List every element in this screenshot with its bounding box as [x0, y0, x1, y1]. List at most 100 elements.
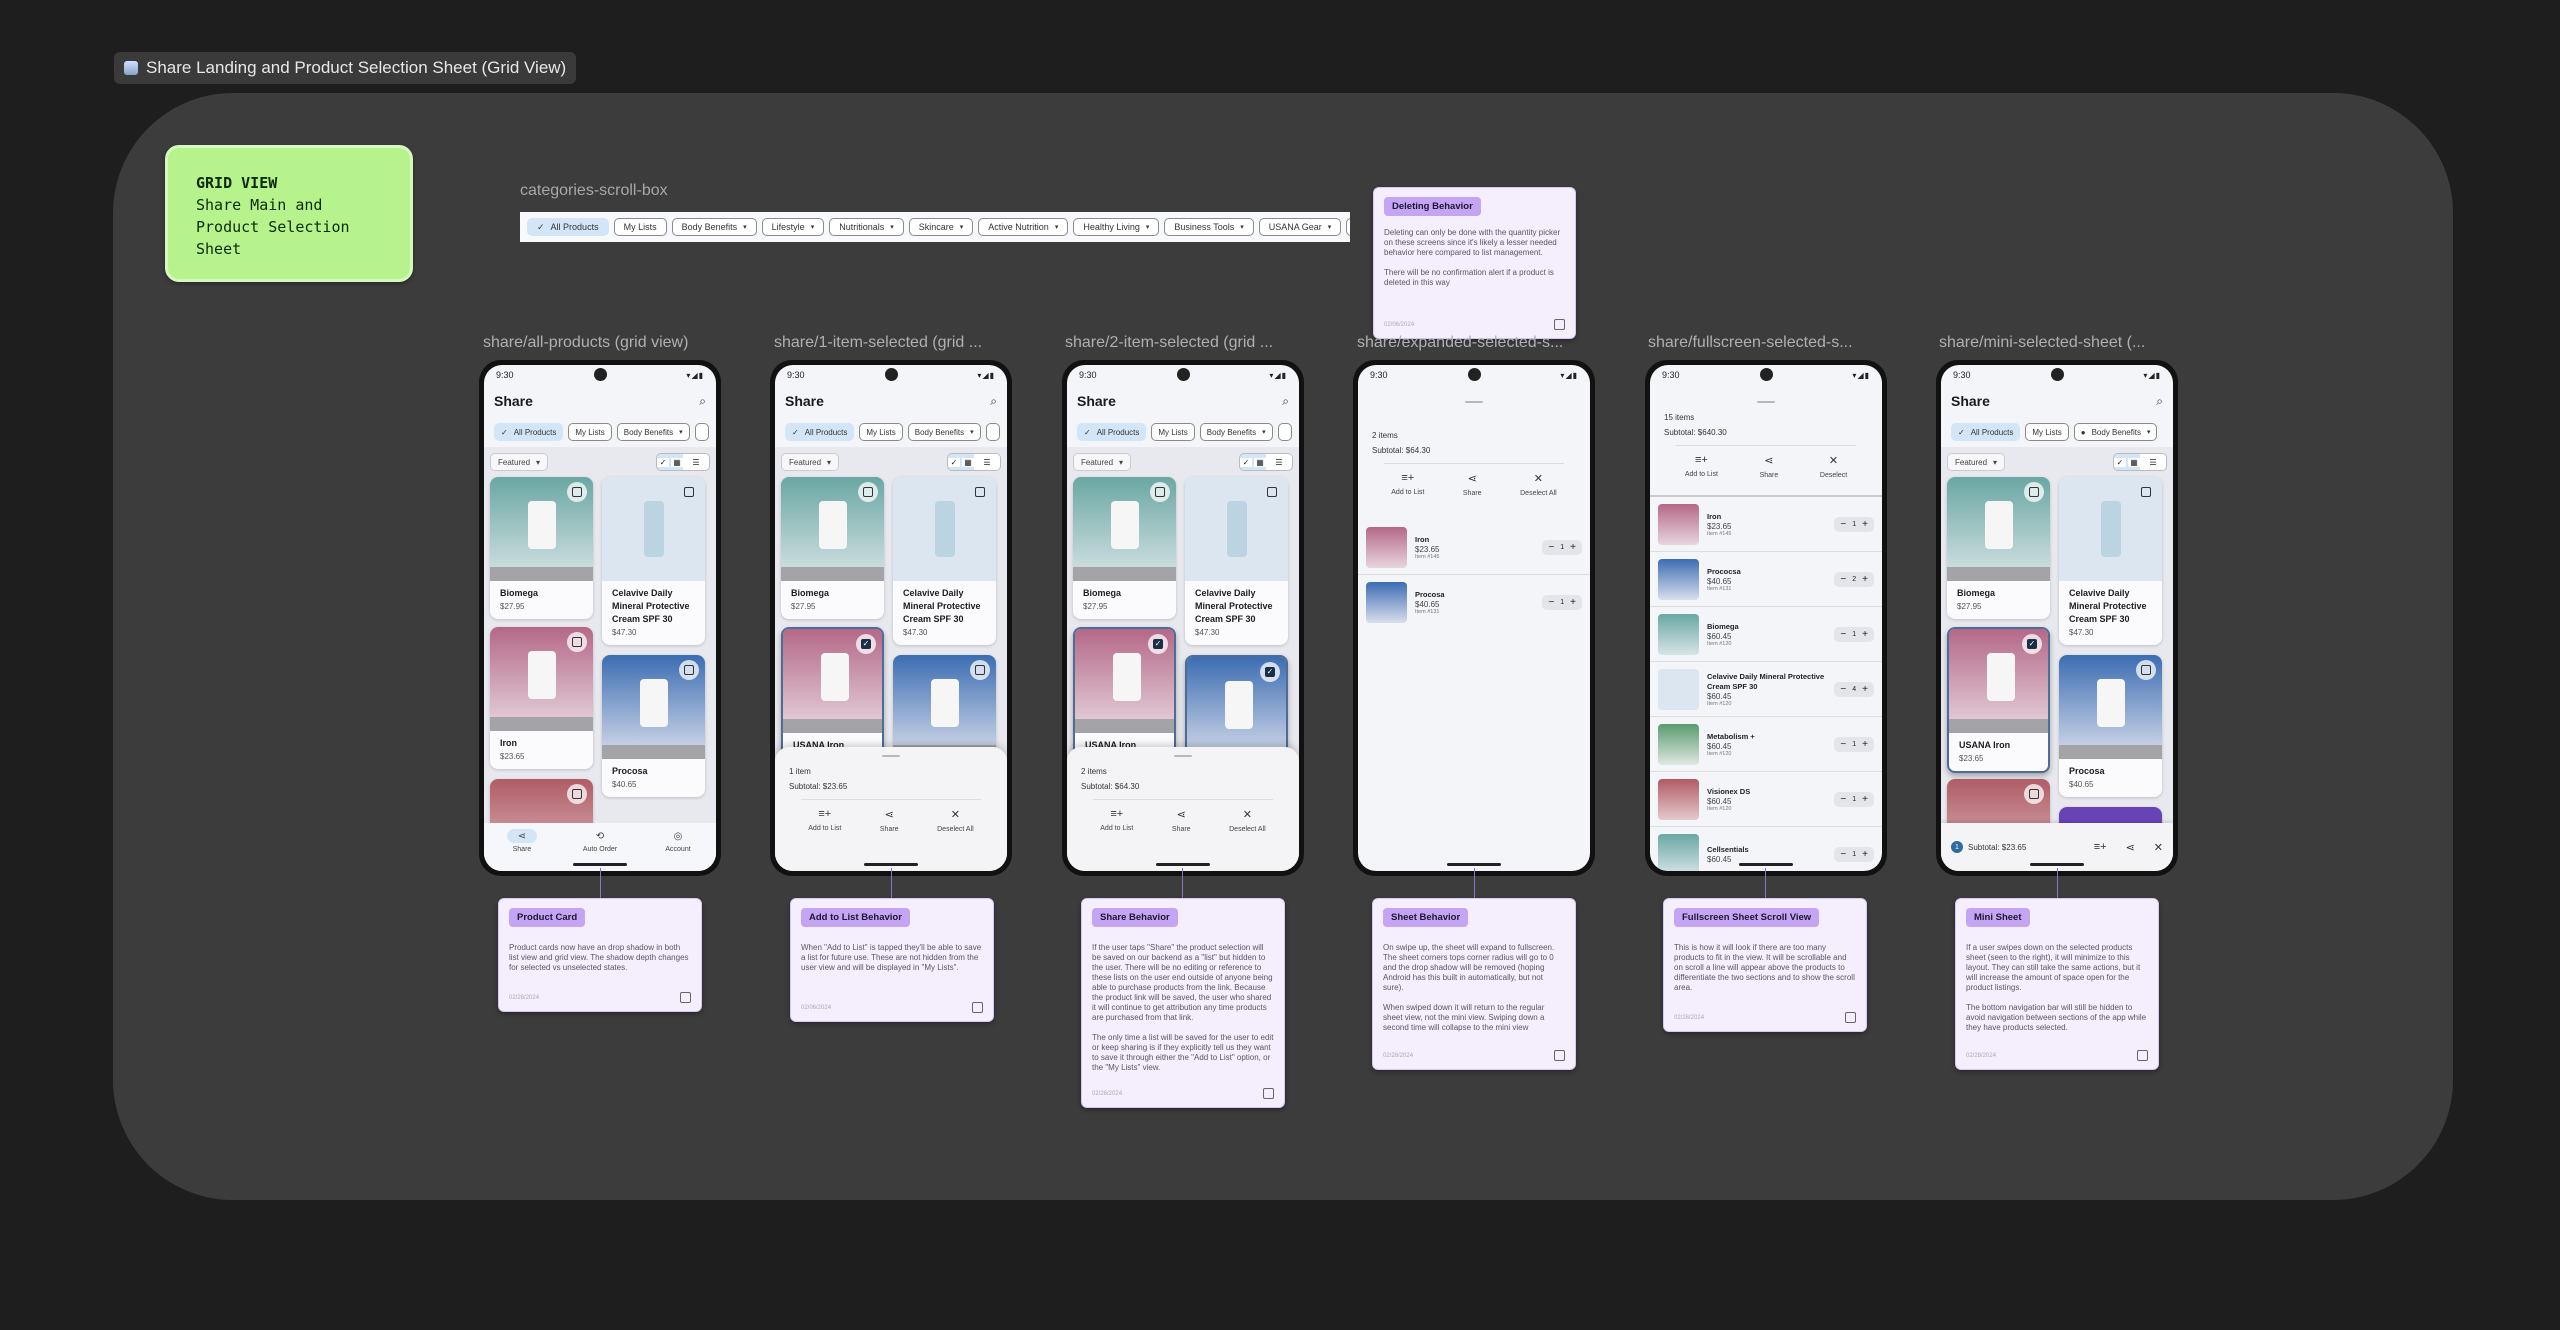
playlist-add-icon[interactable]: ≡+	[2094, 841, 2107, 853]
search-icon[interactable]: ⌕	[990, 394, 997, 409]
home-indicator[interactable]	[573, 863, 627, 866]
select-checkbox[interactable]	[2136, 660, 2156, 680]
product-card[interactable]: Celavive Daily Mineral Protective Cream …	[602, 477, 705, 645]
plus-icon[interactable]: +	[1862, 684, 1868, 695]
minus-icon[interactable]: −	[1840, 794, 1846, 805]
view-toggle[interactable]: ✓ ▦ ☰	[2113, 453, 2167, 471]
deselect-all-button[interactable]: ✕ Deselect All	[1229, 808, 1266, 833]
minus-icon[interactable]: −	[1840, 739, 1846, 750]
sort-dropdown[interactable]: Featured ▾	[490, 453, 549, 471]
deselect-all-button[interactable]: ✕ Deselect All	[937, 808, 974, 833]
note-deleting-behavior[interactable]: Deleting Behavior Deleting can only be d…	[1373, 187, 1576, 339]
chip-body-benefits[interactable]: Body Benefits ▾	[1199, 423, 1273, 441]
grid-view-button[interactable]: ✓ ▦	[948, 454, 974, 470]
close-icon[interactable]: ✕	[2154, 841, 2163, 854]
product-card[interactable]: Procosa $40.65	[2059, 655, 2162, 797]
minus-icon[interactable]: −	[1840, 629, 1846, 640]
search-icon[interactable]: ⌕	[699, 394, 706, 409]
selected-product-row[interactable]: Visionex DS $60.45 Item #120 −1 +	[1650, 772, 1882, 827]
chip-all-products[interactable]: ✓ All Products	[1077, 423, 1147, 441]
quantity-stepper[interactable]: −1 +	[1834, 516, 1874, 532]
deselect-all-button[interactable]: ✕ Deselect All	[1520, 472, 1557, 497]
quantity-stepper[interactable]: −1 +	[1834, 791, 1874, 807]
note-checkbox[interactable]	[1263, 1088, 1274, 1099]
select-checkbox[interactable]: ✓	[856, 634, 876, 654]
plus-icon[interactable]: +	[1862, 739, 1868, 750]
drag-handle[interactable]	[882, 755, 900, 757]
note-checkbox[interactable]	[1554, 319, 1565, 330]
note-checkbox[interactable]	[1845, 1012, 1856, 1023]
grid-view-button[interactable]: ✓ ▦	[2114, 454, 2140, 470]
product-card[interactable]: Celavive Daily Mineral Protective Cream …	[2059, 477, 2162, 645]
select-checkbox[interactable]	[858, 482, 878, 502]
chip-overflow[interactable]	[1277, 423, 1292, 441]
note-checkbox[interactable]	[1554, 1050, 1565, 1061]
selected-product-row[interactable]: Metabolism + $60.45 Item #120 −1 +	[1650, 717, 1882, 772]
minus-icon[interactable]: −	[1840, 849, 1846, 860]
chip-all-products[interactable]: ✓ All Products	[494, 423, 564, 441]
drag-handle[interactable]	[1174, 755, 1192, 757]
minus-icon[interactable]: −	[1840, 684, 1846, 695]
quantity-stepper[interactable]: −1 +	[1834, 736, 1874, 752]
share-icon[interactable]: ⋖	[2126, 841, 2135, 854]
sort-dropdown[interactable]: Featured ▾	[781, 453, 840, 471]
note-share-behavior[interactable]: Share Behavior If the user taps "Share" …	[1081, 898, 1285, 1108]
chip-my-lists[interactable]: My Lists	[1151, 423, 1195, 441]
select-checkbox[interactable]	[1150, 482, 1170, 502]
add-to-list-button[interactable]: ≡+ Add to List	[1100, 808, 1133, 833]
nav-share[interactable]: ⋖ Share	[506, 829, 537, 853]
list-view-button[interactable]: ☰	[2140, 454, 2166, 470]
add-to-list-button[interactable]: ≡+ Add to List	[1685, 454, 1718, 479]
deselect-button[interactable]: ✕ Deselect	[1820, 454, 1847, 479]
chip-body-benefits[interactable]: ● Body Benefits ▾	[2073, 423, 2158, 441]
select-checkbox[interactable]	[970, 660, 990, 680]
chip-all-products[interactable]: ✓ All Products	[785, 423, 855, 441]
expanded-sheet[interactable]: 2 items Subtotal: $64.30 ≡+ Add to List ⋖…	[1358, 385, 1590, 497]
selected-product-row[interactable]: Prococsa $40.65 Item #131 −2 +	[1650, 552, 1882, 607]
select-checkbox[interactable]: ✓	[1148, 634, 1168, 654]
chip-overflow[interactable]	[985, 423, 1000, 441]
note-checkbox[interactable]	[2137, 1050, 2148, 1061]
sort-dropdown[interactable]: Featured ▾	[1947, 453, 2006, 471]
select-checkbox[interactable]	[1262, 482, 1282, 502]
select-checkbox[interactable]	[679, 482, 699, 502]
list-view-button[interactable]: ☰	[683, 454, 709, 470]
chip-healthy-living[interactable]: Healthy Living ▾	[1073, 218, 1160, 236]
select-checkbox[interactable]	[2024, 784, 2044, 804]
home-indicator[interactable]	[2030, 863, 2084, 866]
plus-icon[interactable]: +	[1570, 542, 1576, 553]
note-checkbox[interactable]	[680, 992, 691, 1003]
fullscreen-sheet[interactable]: 15 items Subtotal: $640.30 ≡+ Add to List…	[1650, 385, 1882, 479]
chip-my-lists[interactable]: My Lists	[568, 423, 612, 441]
selected-products-scroll-list[interactable]: Iron $23.65 Item #145 −1 + Prococsa $40.65 It…	[1650, 495, 1882, 871]
list-view-button[interactable]: ☰	[974, 454, 1000, 470]
plus-icon[interactable]: +	[1862, 849, 1868, 860]
home-indicator[interactable]	[864, 863, 918, 866]
quantity-stepper[interactable]: −1 +	[1834, 847, 1874, 862]
quantity-stepper[interactable]: −2 +	[1834, 571, 1874, 587]
selected-product-row[interactable]: Iron $23.65 Item #145 −1 +	[1358, 520, 1590, 575]
selected-product-row[interactable]: Biomega $60.45 Item #120 −1 +	[1650, 607, 1882, 662]
share-button[interactable]: ⋖ Share	[1760, 454, 1779, 479]
chip-business-tools[interactable]: Business Tools ▾	[1164, 218, 1254, 236]
home-indicator[interactable]	[1739, 863, 1793, 866]
quantity-stepper[interactable]: −1 +	[1542, 539, 1582, 555]
share-button[interactable]: ⋖ Share	[1172, 808, 1191, 833]
note-fullscreen-sheet-scroll-view[interactable]: Fullscreen Sheet Scroll View This is how…	[1663, 898, 1867, 1032]
sticky-note[interactable]: GRID VIEW Share Main and Product Selecti…	[165, 145, 413, 282]
note-sheet-behavior[interactable]: Sheet Behavior On swipe up, the sheet wi…	[1372, 898, 1576, 1070]
frame-title[interactable]: Share Landing and Product Selection Shee…	[114, 52, 577, 84]
chip-my-lists[interactable]: My Lists	[613, 218, 667, 236]
product-card[interactable]	[893, 655, 996, 759]
chip-overflow[interactable]	[694, 423, 709, 441]
view-toggle[interactable]: ✓ ▦ ☰	[947, 453, 1001, 471]
select-checkbox[interactable]: ✓	[1260, 662, 1280, 682]
quantity-stepper[interactable]: −1 +	[1834, 626, 1874, 642]
minus-icon[interactable]: −	[1840, 574, 1846, 585]
home-indicator[interactable]	[1447, 863, 1501, 866]
view-toggle[interactable]: ✓ ▦ ☰	[656, 453, 710, 471]
note-add-to-list-behavior[interactable]: Add to List Behavior When "Add to List" …	[790, 898, 994, 1022]
sort-dropdown[interactable]: Featured ▾	[1073, 453, 1132, 471]
product-card-selected[interactable]: ✓ USANA Iron	[781, 627, 884, 762]
plus-icon[interactable]: +	[1862, 519, 1868, 530]
